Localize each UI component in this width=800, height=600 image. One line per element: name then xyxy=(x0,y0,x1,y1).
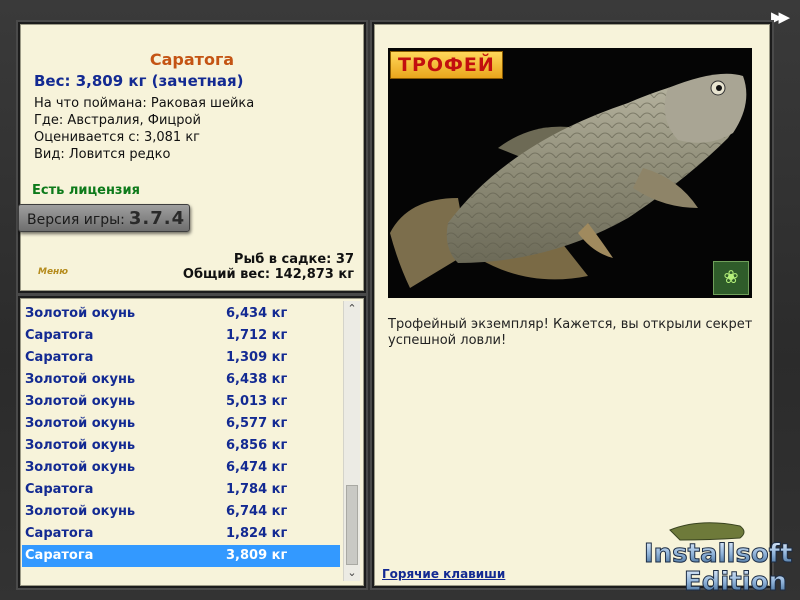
watermark-line2: Edition xyxy=(684,567,787,596)
rarity: Вид: Ловится редко xyxy=(34,147,171,162)
catch-list-row[interactable]: Саратога 3,809 кг xyxy=(22,545,340,567)
catch-list-scrollbar[interactable]: ⌃ ⌄ xyxy=(343,301,360,581)
fish-weight: Вес: 3,809 кг (зачетная) xyxy=(34,72,244,90)
caught-on: На что поймана: Раковая шейка xyxy=(34,96,255,111)
license-status: Есть лицензия xyxy=(32,183,140,198)
catch-row-weight: 6,856 кг xyxy=(226,438,288,453)
catch-row-fish-name: Саратога xyxy=(25,482,94,497)
catch-list-row[interactable]: Саратога 1,309 кг xyxy=(22,347,340,369)
fish-in-net: Рыб в садке: 37 xyxy=(233,252,354,267)
catch-row-fish-name: Саратога xyxy=(25,350,94,365)
catch-info-panel: Саратога Вес: 3,809 кг (зачетная) На что… xyxy=(18,22,366,293)
catch-row-fish-name: Золотой окунь xyxy=(25,504,136,519)
installsoft-watermark: Installsoft Edition xyxy=(640,520,796,598)
catch-list-row[interactable]: Золотой окунь 6,434 кг xyxy=(22,303,340,325)
chevron-down-icon[interactable]: ⌄ xyxy=(344,565,360,581)
scrollbar-thumb[interactable] xyxy=(346,485,358,565)
catch-row-weight: 6,434 кг xyxy=(226,306,288,321)
watermark-line1: Installsoft xyxy=(644,539,793,569)
butterfly-icon: ❀ xyxy=(713,261,749,295)
catch-list-row[interactable]: Золотой окунь 5,013 кг xyxy=(22,391,340,413)
trophy-badge: ТРОФЕЙ xyxy=(390,51,503,79)
fast-forward-icon[interactable]: ▶▶ xyxy=(771,8,790,26)
chevron-up-icon[interactable]: ⌃ xyxy=(344,301,360,317)
watermark-logo: Installsoft Edition xyxy=(644,522,793,598)
menu-link[interactable]: Меню xyxy=(38,267,68,277)
catch-list-row[interactable]: Саратога 1,824 кг xyxy=(22,523,340,545)
catch-row-fish-name: Саратога xyxy=(25,548,94,563)
catch-row-fish-name: Саратога xyxy=(25,328,94,343)
catch-row-fish-name: Золотой окунь xyxy=(25,306,136,321)
catch-row-fish-name: Золотой окунь xyxy=(25,394,136,409)
catch-list-row[interactable]: Золотой окунь 6,577 кг xyxy=(22,413,340,435)
valued-from: Оценивается с: 3,081 кг xyxy=(34,130,201,145)
total-weight: Общий вес: 142,873 кг xyxy=(182,267,354,282)
trophy-detail-panel: ТРОФЕЙ ❀ Трофейный экземпляр! Кажется, в… xyxy=(372,22,772,588)
catch-row-weight: 6,577 кг xyxy=(226,416,288,431)
catch-list-row[interactable]: Золотой окунь 6,438 кг xyxy=(22,369,340,391)
catch-row-weight: 1,309 кг xyxy=(226,350,288,365)
catch-list-panel: Золотой окунь 6,434 кг Саратога 1,712 кг Сар… xyxy=(18,296,366,588)
catch-list-row[interactable]: Саратога 1,712 кг xyxy=(22,325,340,347)
catch-row-weight: 1,712 кг xyxy=(226,328,288,343)
version-badge: Версия игры: 3.7.4 xyxy=(18,204,190,232)
catch-row-fish-name: Золотой окунь xyxy=(25,372,136,387)
catch-row-weight: 3,809 кг xyxy=(226,548,288,563)
catch-list-row[interactable]: Саратога 1,784 кг xyxy=(22,479,340,501)
catch-list: Золотой окунь 6,434 кг Саратога 1,712 кг Сар… xyxy=(22,303,340,567)
fish-name: Саратога xyxy=(149,50,235,69)
version-label: Версия игры: xyxy=(27,212,125,228)
trophy-message: Трофейный экземпляр! Кажется, вы открыли… xyxy=(388,317,753,348)
catch-row-fish-name: Золотой окунь xyxy=(25,416,136,431)
catch-row-weight: 6,744 кг xyxy=(226,504,288,519)
catch-row-weight: 5,013 кг xyxy=(226,394,288,409)
fish-photo: ТРОФЕЙ ❀ xyxy=(388,48,752,298)
catch-row-fish-name: Золотой окунь xyxy=(25,438,136,453)
version-number: 3.7.4 xyxy=(128,208,186,229)
catch-row-fish-name: Саратога xyxy=(25,526,94,541)
catch-row-weight: 6,474 кг xyxy=(226,460,288,475)
catch-list-row[interactable]: Золотой окунь 6,856 кг xyxy=(22,435,340,457)
hotkeys-link[interactable]: Горячие клавиши xyxy=(382,567,505,581)
fish-illustration xyxy=(388,48,752,298)
catch-location: Где: Австралия, Фицрой xyxy=(34,113,201,128)
catch-list-row[interactable]: Золотой окунь 6,474 кг xyxy=(22,457,340,479)
catch-row-weight: 1,824 кг xyxy=(226,526,288,541)
catch-row-weight: 6,438 кг xyxy=(226,372,288,387)
catch-row-weight: 1,784 кг xyxy=(226,482,288,497)
catch-row-fish-name: Золотой окунь xyxy=(25,460,136,475)
catch-list-row[interactable]: Золотой окунь 6,744 кг xyxy=(22,501,340,523)
